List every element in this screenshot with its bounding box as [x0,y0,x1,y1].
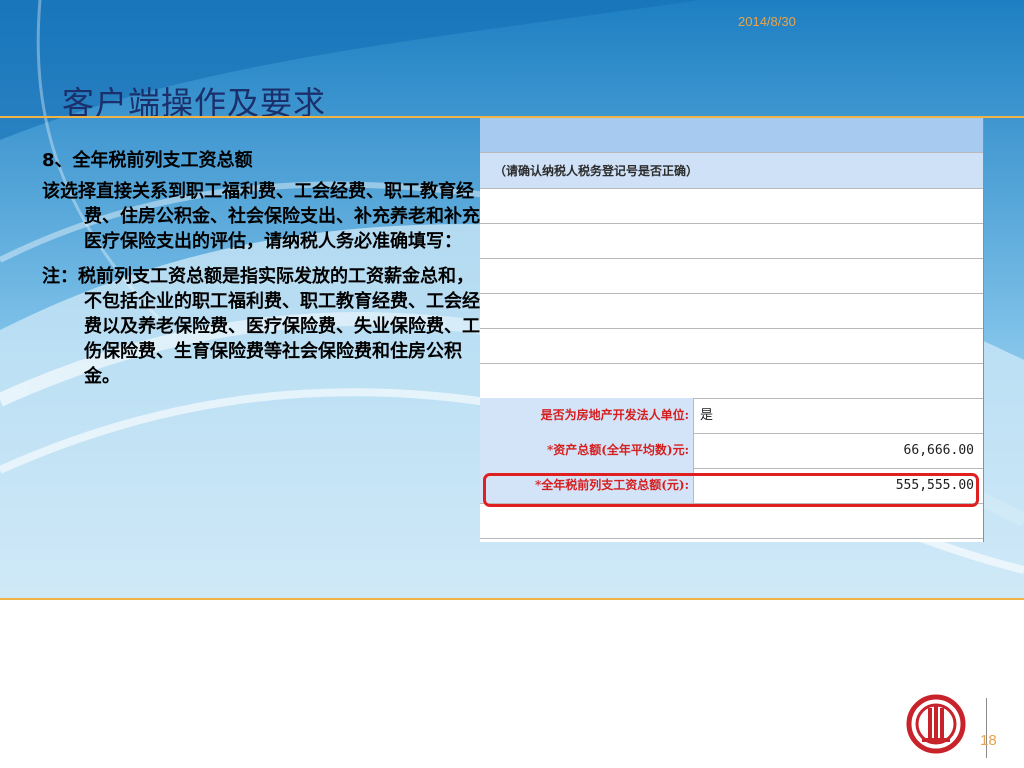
slide-date: 2014/8/30 [738,14,796,29]
total-assets-label: *资产总额(全年平均数)元: [480,433,694,468]
salary-highlight-box [483,473,979,507]
footer-separator [986,698,987,758]
form-row-total-assets: *资产总额(全年平均数)元: 66,666.00 [480,433,983,469]
tax-bureau-logo-icon [906,694,966,754]
form-header-bar [480,118,983,152]
note-paragraph: 注：税前列支工资总额是指实际发放的工资薪金总和，不包括企业的职工福利费、职工教育… [42,266,480,387]
explanation-paragraph: 该选择直接关系到职工福利费、工会经费、职工教育经费、住房公积金、社会保险支出、补… [42,181,480,252]
form-empty-row [480,503,983,539]
form-hint: （请确认纳税人税务登记号是否正确） [494,164,699,178]
footer-divider [0,598,1024,600]
form-empty-row [480,293,983,329]
form-empty-row [480,223,983,259]
form-empty-row [480,328,983,364]
form-empty-row [480,188,983,224]
form-empty-row [480,363,983,399]
explanation-text: 8、全年税前列支工资总额 该选择直接关系到职工福利费、工会经费、职工教育经费、住… [42,148,484,399]
form-row-real-estate: 是否为房地产开发法人单位: 是 [480,398,983,434]
real-estate-field[interactable]: 是 [696,398,974,433]
form-empty-row [480,258,983,294]
real-estate-label: 是否为房地产开发法人单位: [480,398,694,433]
page-number: 18 [980,732,997,749]
form-hint-row: （请确认纳税人税务登记号是否正确） [480,152,983,189]
section-heading: 8、全年税前列支工资总额 [42,150,253,171]
total-assets-field[interactable]: 66,666.00 [696,433,974,468]
